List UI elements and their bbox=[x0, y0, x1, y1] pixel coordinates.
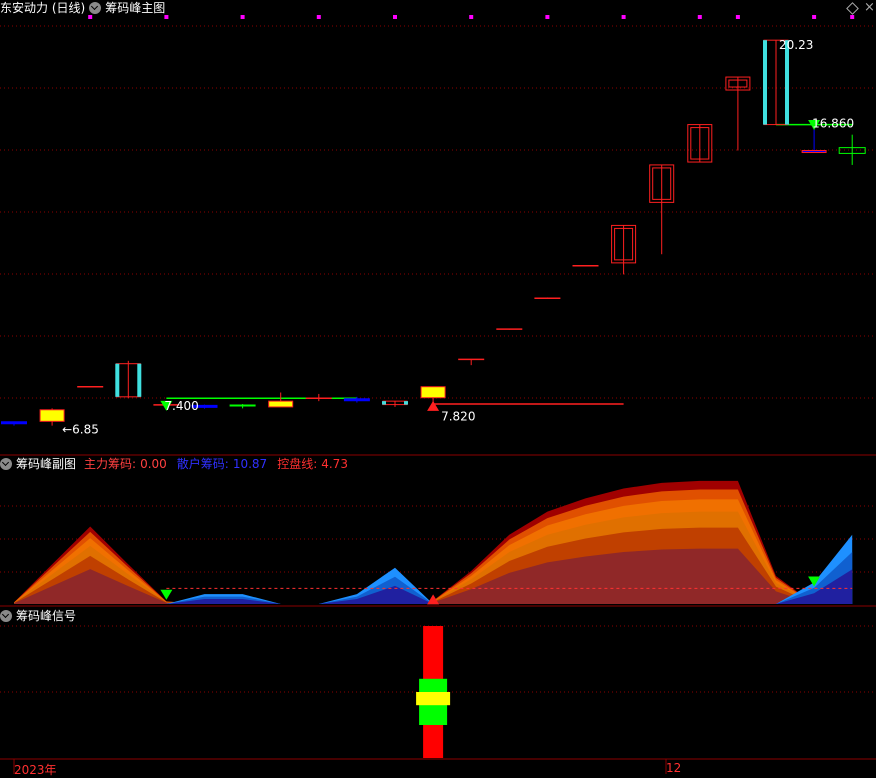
candle-edge bbox=[137, 363, 142, 397]
price-annotation: 20.23 bbox=[779, 38, 813, 52]
candle-body bbox=[801, 150, 827, 154]
candle-edge bbox=[763, 40, 767, 125]
candle bbox=[534, 297, 561, 300]
main-panel-header: 东安动力 (日线) 筹码峰主图 bbox=[0, 0, 165, 16]
candle bbox=[687, 124, 713, 163]
candle bbox=[458, 358, 485, 366]
candle bbox=[115, 360, 142, 399]
kongpan-label: 控盘线: bbox=[277, 457, 318, 471]
candle bbox=[572, 264, 599, 267]
candle bbox=[39, 408, 65, 426]
candle-body bbox=[39, 409, 65, 422]
candle bbox=[725, 76, 751, 151]
chevron-down-icon[interactable] bbox=[0, 458, 12, 470]
sub-indicator-title[interactable]: 筹码峰副图 bbox=[16, 456, 76, 472]
candle bbox=[268, 392, 294, 408]
price-annotation: 7.400 bbox=[164, 399, 198, 413]
price-annotation: 16.860 bbox=[812, 117, 854, 131]
chevron-down-icon[interactable] bbox=[0, 610, 12, 622]
top-marker bbox=[545, 15, 550, 19]
candle-edge bbox=[382, 401, 386, 405]
main-indicator-title[interactable]: 筹码峰主图 bbox=[105, 0, 165, 16]
sub-panel-header: 筹码峰副图 主力筹码: 0.00 散户筹码: 10.87 控盘线: 4.73 bbox=[0, 456, 348, 472]
chart-canvas: ←6.85 7.400 7.820 16.860 20.23 bbox=[0, 15, 876, 774]
candle-edge bbox=[785, 40, 789, 125]
close-icon[interactable]: × bbox=[864, 0, 875, 16]
signal-arrow bbox=[427, 400, 440, 411]
signal-bar-yellow bbox=[416, 692, 451, 706]
price-annotation: 7.820 bbox=[441, 410, 475, 424]
top-marker bbox=[469, 15, 474, 19]
signal-panel-header: 筹码峰信号 bbox=[0, 608, 76, 624]
x-axis-mid-label: 12 bbox=[666, 761, 682, 775]
stock-title[interactable]: 东安动力 (日线) bbox=[0, 0, 85, 16]
zhuli-label: 主力筹码: bbox=[84, 457, 137, 471]
candle bbox=[763, 39, 789, 126]
sanhu-value: 10.87 bbox=[232, 457, 268, 471]
top-marker bbox=[735, 15, 740, 19]
candle bbox=[305, 393, 332, 402]
x-axis-start-label: 2023年 bbox=[14, 763, 57, 777]
candle-edge bbox=[115, 363, 120, 397]
kongpan-value: 4.73 bbox=[321, 457, 348, 471]
candle-body bbox=[420, 386, 446, 399]
top-marker bbox=[240, 15, 245, 19]
top-marker bbox=[621, 15, 626, 19]
candle bbox=[496, 328, 523, 330]
candle-edge bbox=[404, 401, 408, 405]
zhuli-value: 0.00 bbox=[140, 457, 167, 471]
price-annotation: ←6.85 bbox=[62, 423, 99, 437]
signal-indicator-title[interactable]: 筹码峰信号 bbox=[16, 608, 76, 624]
candle bbox=[1, 421, 27, 426]
candle-body bbox=[268, 400, 294, 408]
top-marker bbox=[812, 15, 817, 19]
candle bbox=[77, 385, 104, 388]
candle bbox=[649, 164, 675, 255]
top-marker bbox=[850, 15, 855, 19]
candle bbox=[611, 224, 637, 275]
candle bbox=[382, 400, 408, 407]
top-marker bbox=[316, 15, 321, 19]
chevron-down-icon[interactable] bbox=[89, 2, 102, 14]
candle bbox=[229, 404, 256, 409]
candle bbox=[838, 134, 866, 165]
top-marker bbox=[393, 15, 397, 19]
sanhu-label: 散户筹码: bbox=[176, 457, 229, 471]
top-marker bbox=[697, 15, 702, 19]
